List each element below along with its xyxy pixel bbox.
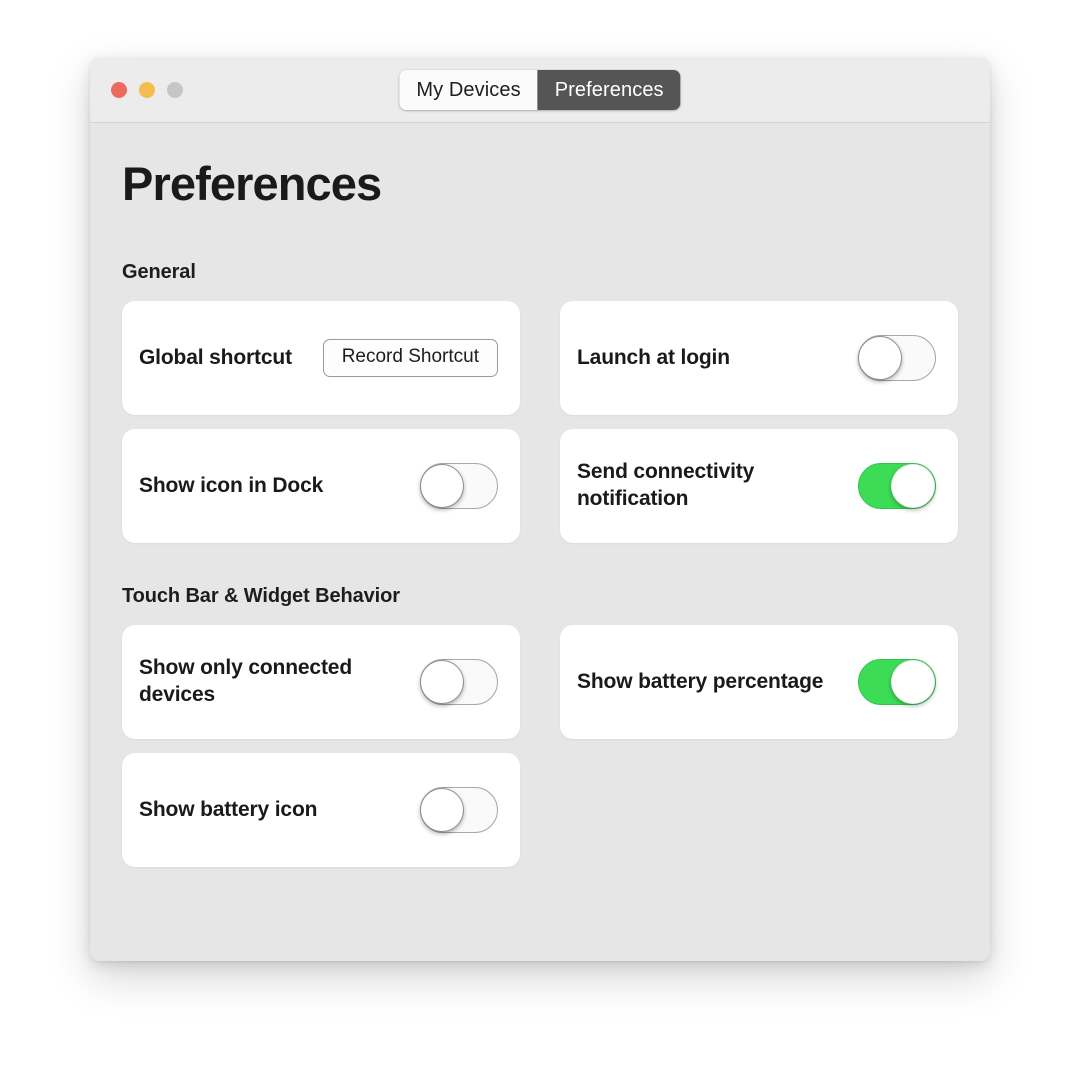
app-window: My Devices Preferences Preferences Gener… — [90, 58, 990, 961]
preferences-content: Preferences General Global shortcut Reco… — [90, 123, 990, 961]
setting-label-send-connectivity-notification: Send connectivity notification — [577, 460, 755, 511]
setting-card-show-battery-percentage: Show battery percentage — [560, 625, 958, 740]
traffic-light-buttons — [111, 82, 183, 98]
record-shortcut-button[interactable]: Record Shortcut — [322, 339, 498, 378]
setting-card-global-shortcut: Global shortcut Record Shortcut — [122, 301, 520, 416]
setting-card-show-only-connected-devices: Show only connected devices — [122, 625, 520, 740]
tab-preferences[interactable]: Preferences — [537, 70, 681, 110]
section-header-touch-bar-widget-behavior: Touch Bar & Widget Behavior — [122, 585, 400, 608]
minimize-window-button[interactable] — [139, 82, 155, 98]
setting-card-launch-at-login: Launch at login — [560, 301, 958, 416]
zoom-window-button[interactable] — [167, 82, 183, 98]
setting-label-show-battery-icon: Show battery icon — [139, 797, 318, 821]
tab-my-devices[interactable]: My Devices — [399, 70, 538, 110]
setting-label-show-only-connected-devices: Show only connected devices — [139, 656, 353, 707]
toggle-launch-at-login[interactable] — [858, 335, 936, 382]
setting-label-launch-at-login: Launch at login — [577, 345, 730, 369]
page-title: Preferences — [122, 157, 382, 210]
toggle-send-connectivity-notification[interactable] — [858, 463, 936, 510]
setting-card-show-icon-in-dock: Show icon in Dock — [122, 429, 520, 544]
window-titlebar: My Devices Preferences — [90, 58, 990, 123]
tab-segmented-control: My Devices Preferences — [399, 70, 681, 110]
settings-grid-general: Global shortcut Record Shortcut Launch a… — [122, 301, 958, 544]
setting-card-send-connectivity-notification: Send connectivity notification — [560, 429, 958, 544]
toggle-show-battery-percentage[interactable] — [858, 659, 936, 706]
section-header-general: General — [122, 261, 196, 284]
setting-label-global-shortcut: Global shortcut — [139, 345, 292, 369]
close-window-button[interactable] — [111, 82, 127, 98]
settings-grid-touch-bar: Show only connected devices Show battery… — [122, 625, 958, 868]
toggle-show-icon-in-dock[interactable] — [420, 463, 498, 510]
screenshot-root: My Devices Preferences Preferences Gener… — [0, 0, 1080, 1080]
toggle-show-battery-icon[interactable] — [420, 787, 498, 834]
setting-card-show-battery-icon: Show battery icon — [122, 753, 520, 868]
setting-label-show-battery-percentage: Show battery percentage — [577, 669, 824, 693]
setting-label-show-icon-in-dock: Show icon in Dock — [139, 473, 324, 497]
toggle-show-only-connected-devices[interactable] — [420, 659, 498, 706]
